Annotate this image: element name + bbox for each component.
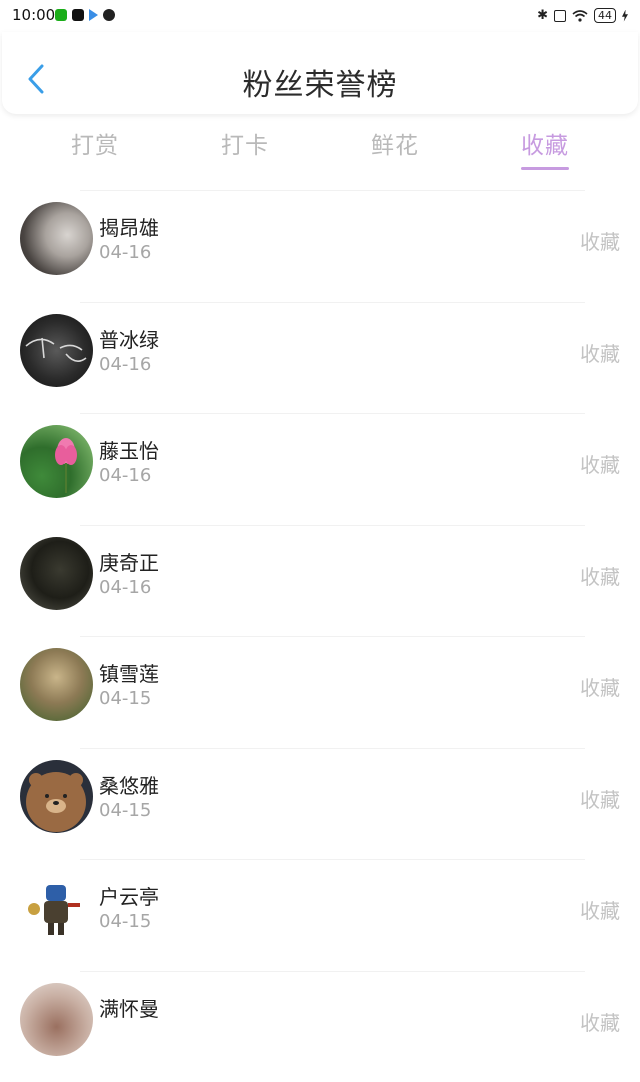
- tab-checkin[interactable]: 打卡: [170, 126, 320, 160]
- item-date: 04-16: [99, 577, 151, 598]
- user-name: 满怀曼: [99, 993, 159, 1022]
- active-tab-indicator: [521, 167, 569, 170]
- qq-icon: [103, 9, 115, 21]
- avatar[interactable]: [20, 202, 93, 275]
- item-date: 04-15: [99, 911, 151, 932]
- avatar[interactable]: [20, 648, 93, 721]
- avatar[interactable]: [20, 983, 93, 1056]
- list-item[interactable]: 桑悠雅 04-15 收藏: [0, 748, 640, 860]
- system-icons: ✱ 44: [537, 8, 628, 23]
- divider: [80, 190, 585, 191]
- divider: [80, 859, 585, 860]
- user-name: 户云亭: [99, 881, 159, 910]
- list-item[interactable]: 揭昂雄 04-16 收藏: [0, 190, 640, 302]
- item-date: 04-16: [99, 242, 151, 263]
- wechat-icon: [55, 9, 67, 21]
- tab-tips[interactable]: 打赏: [20, 126, 170, 160]
- warrior-icon: [20, 871, 93, 944]
- item-date: 04-15: [99, 800, 151, 821]
- notification-icons: [55, 9, 115, 21]
- list-item[interactable]: 普冰绿 04-16 收藏: [0, 302, 640, 414]
- status-time: 10:00: [12, 6, 55, 24]
- tab-bar: 打赏 打卡 鲜花 收藏: [0, 120, 640, 180]
- bluetooth-icon: ✱: [537, 8, 548, 23]
- vibrate-icon: [554, 10, 566, 22]
- list-item[interactable]: 藤玉怡 04-16 收藏: [0, 413, 640, 525]
- item-date: 04-16: [99, 354, 151, 375]
- bear-icon: [20, 760, 93, 833]
- divider: [80, 413, 585, 414]
- action-label: 收藏: [580, 449, 620, 478]
- tiktok-icon: [72, 9, 84, 21]
- list-item[interactable]: 户云亭 04-15 收藏: [0, 859, 640, 971]
- user-name: 庚奇正: [99, 547, 159, 576]
- list-item[interactable]: 庚奇正 04-16 收藏: [0, 525, 640, 637]
- tab-favorites[interactable]: 收藏: [470, 126, 620, 160]
- user-name: 揭昂雄: [99, 212, 159, 241]
- divider: [80, 748, 585, 749]
- fan-list: 揭昂雄 04-16 收藏 普冰绿 04-16 收藏 藤玉怡 04-16 收藏: [0, 190, 640, 1082]
- action-label: 收藏: [580, 338, 620, 367]
- battery-icon: 44: [594, 8, 616, 23]
- user-name: 桑悠雅: [99, 770, 159, 799]
- avatar[interactable]: [20, 871, 93, 944]
- action-label: 收藏: [580, 895, 620, 924]
- divider: [80, 636, 585, 637]
- avatar[interactable]: [20, 760, 93, 833]
- item-date: 04-16: [99, 465, 151, 486]
- action-label: 收藏: [580, 672, 620, 701]
- lotus-icon: [20, 425, 93, 498]
- divider: [80, 525, 585, 526]
- page-title: 粉丝荣誉榜: [2, 60, 638, 104]
- play-store-icon: [89, 9, 98, 21]
- avatar[interactable]: [20, 314, 93, 387]
- action-label: 收藏: [580, 784, 620, 813]
- avatar-script-art: [20, 314, 93, 387]
- header: 粉丝荣誉榜: [2, 32, 638, 114]
- avatar[interactable]: [20, 425, 93, 498]
- user-name: 藤玉怡: [99, 435, 159, 464]
- action-label: 收藏: [580, 226, 620, 255]
- divider: [80, 302, 585, 303]
- divider: [80, 971, 585, 972]
- user-name: 镇雪莲: [99, 658, 159, 687]
- list-item[interactable]: 满怀曼 收藏: [0, 971, 640, 1082]
- item-date: 04-15: [99, 688, 151, 709]
- status-bar: 10:00 ✱ 44: [0, 0, 640, 32]
- list-item[interactable]: 镇雪莲 04-15 收藏: [0, 636, 640, 748]
- avatar[interactable]: [20, 537, 93, 610]
- action-label: 收藏: [580, 1007, 620, 1036]
- wifi-icon: [572, 10, 588, 22]
- tab-flowers[interactable]: 鲜花: [320, 126, 470, 160]
- user-name: 普冰绿: [99, 324, 159, 353]
- action-label: 收藏: [580, 561, 620, 590]
- charging-icon: [622, 10, 628, 22]
